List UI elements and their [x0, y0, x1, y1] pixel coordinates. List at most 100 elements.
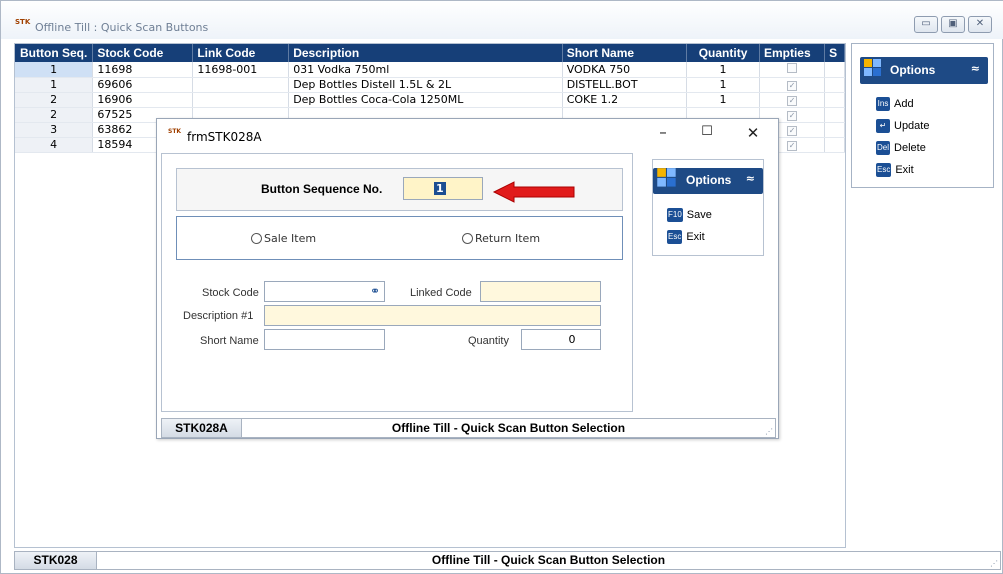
enter-key-icon: ↵ [876, 119, 890, 133]
item-type-group: Sale Item Return Item [176, 216, 623, 260]
maximize-button[interactable]: ▣ [941, 16, 965, 33]
resize-grip-icon[interactable]: ⋰ [990, 559, 998, 568]
red-arrow-icon [492, 181, 575, 203]
status-bar: STK028 Offline Till - Quick Scan Button … [14, 551, 1001, 570]
table-cell [824, 92, 845, 108]
return-item-radio[interactable]: Return Item [462, 232, 540, 245]
table-cell-seq: 4 [15, 137, 94, 153]
table-cell-desc: Dep Bottles Distell 1.5L & 2L [288, 77, 563, 93]
options-header[interactable]: Options ≈ [860, 57, 988, 84]
collapse-icon[interactable]: ≈ [971, 62, 980, 75]
table-cell-seq: 1 [15, 62, 94, 78]
table-cell-desc: Dep Bottles Coca-Cola 1250ML [288, 92, 563, 108]
column-header[interactable]: Empties [759, 44, 826, 62]
table-cell [824, 107, 845, 123]
minimize-button[interactable]: ▭ [914, 16, 938, 33]
table-cell-qty: 1 [686, 92, 760, 108]
column-header[interactable]: Quantity [686, 44, 760, 62]
return-item-label: Return Item [475, 232, 541, 245]
dialog-exit-button[interactable]: Esc Exit [667, 230, 705, 244]
table-cell-desc: 031 Vodka 750ml [288, 62, 563, 78]
table-row[interactable]: 2 16906 Dep Bottles Coca-Cola 1250ML COKE 1… [15, 92, 845, 108]
add-button[interactable]: Ins Add [876, 97, 914, 111]
column-header[interactable]: Description [288, 44, 563, 62]
radio-circle-icon [462, 233, 473, 244]
save-label: Save [686, 209, 712, 221]
table-cell [824, 122, 845, 138]
dialog-status-bar: STK028A Offline Till - Quick Scan Button… [161, 418, 776, 438]
binoculars-icon[interactable]: ⚭ [370, 284, 380, 298]
sequence-value: 1 [434, 182, 446, 195]
esc-key-icon: Esc [876, 163, 892, 177]
close-button[interactable]: ✕ [968, 16, 992, 33]
dialog-status-code: STK028A [162, 419, 242, 437]
sale-item-radio[interactable]: Sale Item [251, 232, 316, 245]
table-cell-short: DISTELL.BOT [562, 77, 688, 93]
add-label: Add [894, 98, 914, 110]
table-row[interactable]: 1 69606 Dep Bottles Distell 1.5L & 2L DISTE… [15, 77, 845, 93]
delete-button[interactable]: Del Delete [876, 141, 926, 155]
title-bar: STK Offline Till : Quick Scan Buttons ▭ … [1, 1, 1003, 39]
checkbox[interactable]: ✓ [787, 111, 798, 121]
table-cell-empties: ✓ [759, 92, 826, 108]
description-input[interactable] [264, 305, 601, 326]
dialog-minimize-button[interactable]: – [653, 123, 673, 141]
table-cell-empties [759, 62, 826, 78]
table-cell-stock: 16906 [92, 92, 194, 108]
dialog-status-text: Offline Till - Quick Scan Button Selecti… [391, 421, 626, 435]
column-header[interactable]: Short Name [562, 44, 688, 62]
update-button[interactable]: ↵ Update [876, 119, 929, 133]
collapse-icon[interactable]: ≈ [746, 172, 755, 185]
table-cell-stock: 11698 [92, 62, 194, 78]
table-cell-empties: ✓ [759, 77, 826, 93]
dialog-form: Button Sequence No. 1 Sale Item Return I… [161, 153, 633, 412]
table-cell-qty: 1 [686, 77, 760, 93]
dialog-app-icon: STK [168, 128, 182, 135]
options-icon [657, 168, 676, 187]
linked-code-input[interactable] [480, 281, 601, 302]
checkbox[interactable]: ✓ [787, 96, 798, 106]
table-cell-seq: 1 [15, 77, 94, 93]
checkbox[interactable] [787, 62, 798, 73]
table-row[interactable]: 1 11698 11698-001 031 Vodka 750ml VODKA 750 1 [15, 62, 845, 78]
table-cell-link: 11698-001 [192, 62, 290, 78]
table-cell-link [192, 77, 290, 93]
exit-button[interactable]: Esc Exit [876, 163, 914, 177]
dialog-window: STK frmSTK028A – ☐ ✕ Button Sequence No.… [156, 118, 779, 439]
checkbox[interactable]: ✓ [787, 141, 798, 151]
column-header[interactable]: Stock Code [92, 44, 194, 62]
quantity-input[interactable]: 0 [521, 329, 601, 350]
column-header[interactable]: Link Code [192, 44, 290, 62]
column-header[interactable]: Button Seq. [15, 44, 94, 62]
linked-code-label: Linked Code [410, 287, 472, 299]
save-button[interactable]: F10 Save [667, 208, 712, 222]
column-header[interactable]: S [824, 44, 845, 62]
checkbox[interactable]: ✓ [787, 81, 798, 91]
ins-key-icon: Ins [876, 97, 890, 111]
table-cell-seq: 2 [15, 107, 94, 123]
table-cell-short: VODKA 750 [562, 62, 688, 78]
sequence-label: Button Sequence No. [261, 182, 383, 196]
app-icon: STK [15, 18, 31, 26]
options-icon [864, 59, 881, 76]
resize-grip-icon[interactable]: ⋰ [765, 427, 773, 436]
sale-item-label: Sale Item [264, 232, 317, 245]
table-cell [824, 137, 845, 153]
table-cell-short: COKE 1.2 [562, 92, 688, 108]
checkbox[interactable]: ✓ [787, 126, 798, 136]
dialog-options-panel: Options ≈ F10 Save Esc Exit [652, 159, 764, 256]
dialog-exit-label: Exit [686, 231, 705, 243]
dialog-options-header[interactable]: Options ≈ [653, 168, 763, 194]
short-name-input[interactable] [264, 329, 385, 350]
stock-code-input[interactable]: ⚭ [264, 281, 385, 302]
table-cell-seq: 2 [15, 92, 94, 108]
dialog-maximize-button[interactable]: ☐ [697, 124, 717, 139]
radio-circle-icon [251, 233, 262, 244]
dialog-close-button[interactable]: ✕ [743, 124, 763, 142]
sequence-input[interactable]: 1 [403, 177, 483, 200]
status-code: STK028 [15, 552, 97, 569]
esc-key-icon: Esc [667, 230, 683, 244]
stock-code-label: Stock Code [202, 287, 259, 299]
description-label: Description #1 [183, 310, 254, 322]
table-cell-seq: 3 [15, 122, 94, 138]
